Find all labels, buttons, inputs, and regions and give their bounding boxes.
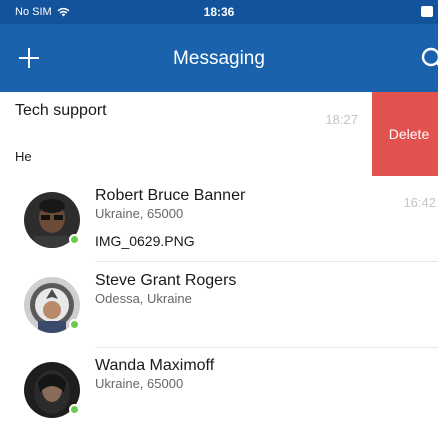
- chat-time: 18:27: [325, 112, 358, 127]
- contact-location: Ukraine, 65000: [95, 206, 184, 221]
- search-button[interactable]: [420, 46, 438, 72]
- chat-row-swiped[interactable]: Tech support 18:27 He Delete: [0, 92, 438, 176]
- chat-name: Tech support: [15, 102, 107, 119]
- chat-row[interactable]: Wanda Maximoff Ukraine, 65000: [0, 348, 438, 423]
- nav-bar: Messaging: [0, 24, 438, 92]
- search-icon: [421, 47, 438, 67]
- online-status-indicator: [69, 234, 80, 245]
- contact-location: Odessa, Ukraine: [95, 291, 192, 306]
- chat-preview: He: [15, 149, 32, 164]
- contact-name: Robert Bruce Banner: [95, 187, 246, 204]
- delete-button[interactable]: Delete: [372, 92, 438, 176]
- page-title: Messaging: [173, 48, 265, 69]
- contact-location: Ukraine, 65000: [95, 376, 184, 391]
- chat-row[interactable]: Robert Bruce Banner Ukraine, 65000 IMG_0…: [0, 176, 438, 262]
- contact-name: Steve Grant Rogers: [95, 272, 237, 289]
- chat-row-content[interactable]: Tech support 18:27 He: [0, 92, 372, 176]
- last-message-attachment: IMG_0629.PNG: [95, 233, 195, 249]
- battery-icon: [421, 6, 433, 17]
- online-status-indicator: [69, 319, 80, 330]
- chat-time: 16:42: [403, 195, 436, 210]
- status-bar: No SIM 18:36: [0, 0, 438, 24]
- contact-name: Wanda Maximoff: [95, 357, 215, 374]
- status-time: 18:36: [203, 5, 235, 19]
- chat-row[interactable]: Steve Grant Rogers Odessa, Ukraine: [0, 262, 438, 348]
- online-status-indicator: [69, 404, 80, 415]
